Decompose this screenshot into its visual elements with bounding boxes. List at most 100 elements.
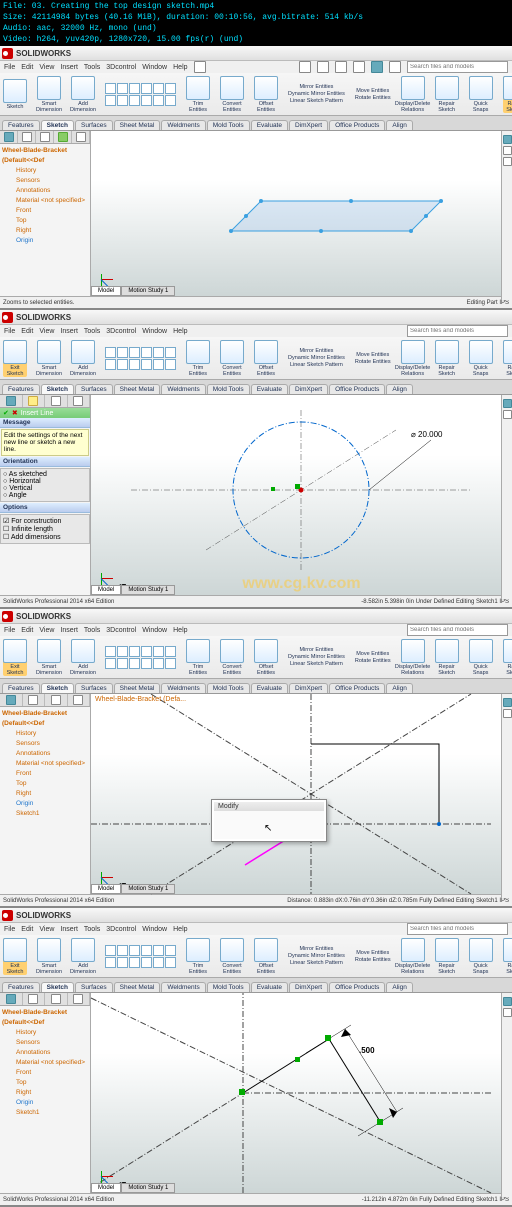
sb-fm-tab[interactable] xyxy=(0,993,23,1005)
menu-view[interactable]: View xyxy=(39,64,54,71)
sb-dx-tab[interactable] xyxy=(68,395,91,407)
rapid-button[interactable]: Rapid Sketch xyxy=(503,938,512,975)
linear-btn[interactable]: Linear Sketch Pattern xyxy=(290,98,343,104)
sb-dx-tab[interactable] xyxy=(54,131,72,143)
tab-features[interactable]: Features xyxy=(2,384,40,394)
model-tab[interactable]: Model xyxy=(91,286,121,296)
sb-cfg-tab[interactable] xyxy=(36,131,54,143)
menu-file[interactable]: File xyxy=(4,328,15,335)
menu-3dcontrol[interactable]: 3Dcontrol xyxy=(106,64,136,71)
tree-history[interactable]: History xyxy=(2,1028,88,1038)
opt-as-sketched[interactable]: ○ As sketched xyxy=(3,471,87,478)
tab-sheetmetal[interactable]: Sheet Metal xyxy=(114,982,161,992)
tree-origin[interactable]: Origin xyxy=(2,799,88,809)
menu-insert[interactable]: Insert xyxy=(60,926,78,933)
sidebar-tabs[interactable] xyxy=(0,395,90,408)
opt-horizontal[interactable]: ○ Horizontal xyxy=(3,478,87,485)
chk-construction[interactable]: ☑ For construction xyxy=(3,517,87,525)
opt-angle[interactable]: ○ Angle xyxy=(3,492,87,499)
trim-button[interactable]: Trim Entities xyxy=(186,340,210,377)
new-icon[interactable] xyxy=(299,61,311,73)
smart-dim-button[interactable]: Smart Dimension xyxy=(37,340,61,377)
model-tab[interactable]: Model xyxy=(91,1183,121,1193)
add-dim-button[interactable]: Add Dimension xyxy=(71,938,95,975)
sketch-button[interactable]: Sketch xyxy=(3,79,27,110)
tab-office[interactable]: Office Products xyxy=(329,982,385,992)
menu-bar-4[interactable]: FileEditViewInsertTools3DcontrolWindowHe… xyxy=(0,923,512,935)
sb-dx-tab[interactable] xyxy=(68,993,91,1005)
sketch-shapes-grid[interactable] xyxy=(105,646,176,669)
tree-top[interactable]: Top xyxy=(2,779,88,789)
move-btn[interactable]: Move Entities xyxy=(356,352,389,358)
rect-icon[interactable] xyxy=(117,83,128,94)
move-btn[interactable]: Move Entities xyxy=(356,651,389,657)
tab-sketch[interactable]: Sketch xyxy=(41,683,74,693)
poly-icon[interactable] xyxy=(165,646,176,657)
menu-edit[interactable]: Edit xyxy=(21,328,33,335)
fillet-icon[interactable] xyxy=(129,957,140,968)
quick-button[interactable]: Quick Snaps xyxy=(469,938,493,975)
circle-icon[interactable] xyxy=(129,945,140,956)
sb-fm-tab[interactable] xyxy=(0,395,23,407)
spline-icon[interactable] xyxy=(153,945,164,956)
menu-file[interactable]: File xyxy=(4,926,15,933)
tree-material[interactable]: Material <not specified> xyxy=(2,196,88,206)
mirror-btn[interactable]: Mirror Entities xyxy=(299,84,333,90)
tree-material[interactable]: Material <not specified> xyxy=(2,759,88,769)
tree-sketch1[interactable]: Sketch1 xyxy=(2,1108,88,1118)
tree-top[interactable]: Top xyxy=(2,216,88,226)
chk-infinite[interactable]: ☐ Infinite length xyxy=(3,525,87,533)
motion-tab[interactable]: Motion Study 1 xyxy=(121,286,175,296)
mirror-btn[interactable]: Mirror Entities xyxy=(299,647,333,653)
fillet-icon[interactable] xyxy=(129,95,140,106)
offset-button[interactable]: Offset Entities xyxy=(254,340,278,377)
menu-help[interactable]: Help xyxy=(173,926,187,933)
quick-button[interactable]: Quick Snaps xyxy=(469,639,493,676)
tree-right[interactable]: Right xyxy=(2,789,88,799)
tree-front[interactable]: Front xyxy=(2,769,88,779)
menu-tools[interactable]: Tools xyxy=(84,64,100,71)
display-rel-button[interactable]: Display/Delete Relations xyxy=(401,938,425,975)
menu-edit[interactable]: Edit xyxy=(21,627,33,634)
dynmirror-btn[interactable]: Dynamic Mirror Entities xyxy=(288,91,345,97)
repair-button[interactable]: Repair Sketch xyxy=(435,76,459,113)
repair-button[interactable]: Repair Sketch xyxy=(435,938,459,975)
line-icon[interactable] xyxy=(105,945,116,956)
open-icon[interactable] xyxy=(317,61,329,73)
feature-tree[interactable]: Wheel-Blade-Bracket (Default<<Def Histor… xyxy=(0,1006,90,1120)
mirror-btn[interactable]: Mirror Entities xyxy=(299,348,333,354)
viewport-2[interactable]: ⌀ 20.000 *Top www.cg.kv.com ModelMotion … xyxy=(91,395,512,595)
dynmirror-btn[interactable]: Dynamic Mirror Entities xyxy=(288,654,345,660)
viewport-1[interactable]: Model Motion Study 1 xyxy=(91,131,512,296)
trim-button[interactable]: Trim Entities xyxy=(186,639,210,676)
tab-sketch[interactable]: Sketch xyxy=(41,120,74,130)
tab-evaluate[interactable]: Evaluate xyxy=(251,982,288,992)
arc-icon[interactable] xyxy=(141,646,152,657)
menu-edit[interactable]: Edit xyxy=(21,926,33,933)
sidebar-tabs[interactable] xyxy=(0,993,90,1006)
offset-button[interactable]: Offset Entities xyxy=(254,76,278,113)
add-dim-button[interactable]: Add Dimension xyxy=(71,76,95,113)
ellipse-icon[interactable] xyxy=(117,957,128,968)
menu-window[interactable]: Window xyxy=(142,64,167,71)
sb-pm-tab[interactable] xyxy=(23,694,46,706)
convert-button[interactable]: Convert Entities xyxy=(220,76,244,113)
poly-icon[interactable] xyxy=(165,347,176,358)
spline-icon[interactable] xyxy=(153,83,164,94)
search-input[interactable] xyxy=(407,61,508,73)
tree-annotations[interactable]: Annotations xyxy=(2,186,88,196)
ellipse-icon[interactable] xyxy=(117,95,128,106)
rq-a-icon[interactable] xyxy=(503,997,512,1006)
display-rel-button[interactable]: Display/Delete Relations xyxy=(401,76,425,113)
menu-file[interactable]: File xyxy=(4,627,15,634)
model-tabs[interactable]: ModelMotion Study 1 xyxy=(91,1182,175,1193)
tree-root[interactable]: Wheel-Blade-Bracket (Default<<Def xyxy=(2,709,88,729)
tab-surfaces[interactable]: Surfaces xyxy=(75,683,113,693)
tab-evaluate[interactable]: Evaluate xyxy=(251,384,288,394)
search-input[interactable] xyxy=(407,624,508,636)
rect-icon[interactable] xyxy=(117,646,128,657)
convert-button[interactable]: Convert Entities xyxy=(220,639,244,676)
spline-icon[interactable] xyxy=(153,347,164,358)
tab-surfaces[interactable]: Surfaces xyxy=(75,982,113,992)
tab-dimxpert[interactable]: DimXpert xyxy=(289,683,328,693)
